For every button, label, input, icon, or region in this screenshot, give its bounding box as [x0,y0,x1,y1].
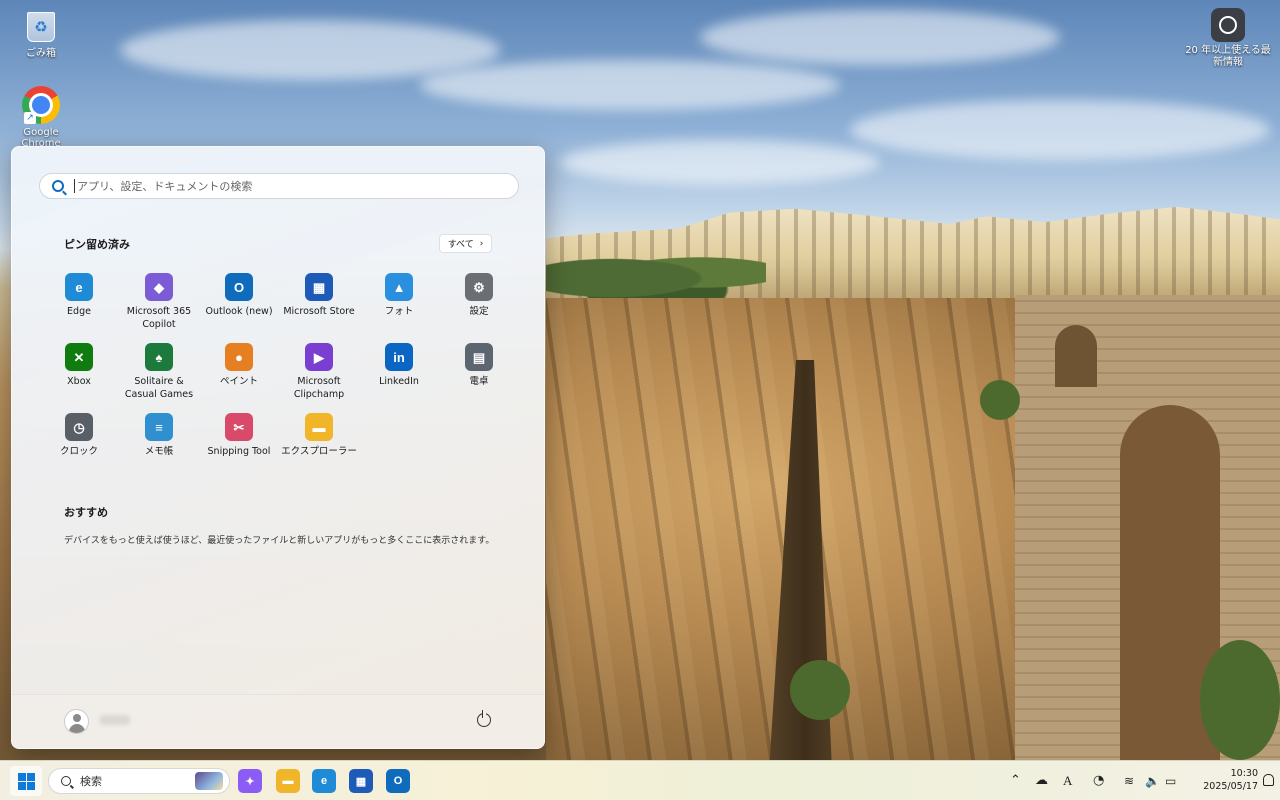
pinned-app-edge[interactable]: e Edge [39,271,119,341]
settings-gear-icon: ⚙ [465,273,493,301]
desktop-icon-widget[interactable]: 20 年以上使える最新情報 [1184,8,1272,69]
taskbar: 検索 ✦ ▬ e ▦ O ⌃ ☁ A ◔ ≋ 🔈 ▭ 10:30 2025/05/17 [0,760,1280,800]
start-search-input[interactable] [77,179,497,193]
taskbar-store-icon[interactable]: ▦ [349,769,373,793]
outlook-icon: O [225,273,253,301]
taskbar-file-explorer-icon[interactable]: ▬ [276,769,300,793]
clock-time: 10:30 [1230,768,1258,779]
pinned-app-store[interactable]: ▦ Microsoft Store [279,271,359,341]
snipping-tool-icon: ✂ [225,413,253,441]
desktop-icon-label: ごみ箱 [26,48,56,59]
store-icon: ▦ [305,273,333,301]
recommended-empty-text: デバイスをもっと使えば使うほど、最近使ったファイルと新しいアプリがもっと多くここ… [64,536,495,546]
pinned-app-label: LinkedIn [379,376,419,387]
widget-icon [1211,8,1245,42]
pinned-app-clock[interactable]: ◷ クロック [39,411,119,481]
pinned-app-label: Microsoft Store [283,306,355,317]
pinned-app-outlook[interactable]: O Outlook (new) [199,271,279,341]
start-search-box[interactable] [39,173,519,199]
search-icon [61,776,71,786]
pinned-app-label: ペイント [219,376,258,387]
onedrive-offline-icon[interactable]: ☁ [1035,773,1048,789]
desktop-icon-label: 20 年以上使える最新情報 [1185,45,1271,68]
desktop-icon-recycle-bin[interactable]: ごみ箱 [4,6,78,59]
start-button[interactable] [10,766,42,796]
pinned-app-snipping-tool[interactable]: ✂ Snipping Tool [199,411,279,481]
taskbar-outlook-icon[interactable]: O [386,769,410,793]
xbox-icon: ✕ [65,343,93,371]
clipchamp-icon: ▶ [305,343,333,371]
desktop-icon-google-chrome[interactable]: ↗ Google Chrome [4,86,78,149]
pinned-app-label: クロック [59,446,98,457]
all-apps-label: すべて [447,240,474,250]
pinned-app-file-explorer[interactable]: ▬ エクスプローラー [279,411,359,481]
chevron-right-icon: › [479,238,484,249]
pinned-app-label: Solitaire & Casual Games [124,376,194,400]
pinned-app-label: フォト [384,306,414,317]
pinned-app-photos[interactable]: ▲ フォト [359,271,439,341]
pinned-app-linkedin[interactable]: in LinkedIn [359,341,439,411]
solitaire-icon: ♠ [145,343,173,371]
pinned-app-m365-copilot[interactable]: ◆ Microsoft 365 Copilot [119,271,199,341]
pinned-app-label: Microsoft Clipchamp [293,376,345,400]
user-name-blurred [100,715,130,725]
paint-icon: ● [225,343,253,371]
speaker-icon[interactable]: 🔈 [1145,773,1160,789]
all-apps-button[interactable]: すべて › [439,234,492,253]
pinned-app-label: Microsoft 365 Copilot [126,306,192,330]
pinned-app-solitaire[interactable]: ♠ Solitaire & Casual Games [119,341,199,411]
start-footer [12,694,544,748]
pinned-app-label: Outlook (new) [205,306,273,317]
pinned-app-label: Xbox [67,376,91,387]
bridge-window [1055,325,1097,387]
pinned-section-title: ピン留め済み [64,238,130,251]
battery-icon[interactable]: ▭ [1165,773,1176,789]
pinned-app-label: メモ帳 [144,446,174,457]
pinned-app-clipchamp[interactable]: ▶ Microsoft Clipchamp [279,341,359,411]
town-trees [546,245,766,300]
clock-date: 2025/05/17 [1203,781,1258,792]
sync-icon[interactable]: ◔ [1093,773,1104,789]
calculator-icon: ▤ [465,343,493,371]
user-avatar[interactable] [64,709,89,734]
pinned-app-settings-gear[interactable]: ⚙ 設定 [439,271,519,341]
text-caret [74,179,75,193]
shortcut-arrow-icon: ↗ [24,112,36,124]
taskbar-search[interactable]: 検索 [48,768,230,794]
file-explorer-icon: ▬ [305,413,333,441]
pinned-apps-grid: e Edge ◆ Microsoft 365 Copilot O Outlook (new… [39,271,519,481]
power-icon[interactable] [477,710,491,727]
edge-icon: e [65,273,93,301]
pinned-app-notepad[interactable]: ≡ メモ帳 [119,411,199,481]
search-icon [52,180,64,192]
clock-icon: ◷ [65,413,93,441]
ime-mode-icon[interactable]: A [1063,773,1072,789]
recommended-section-title: おすすめ [64,506,108,519]
pinned-app-label: Snipping Tool [207,446,271,457]
taskbar-copilot-icon[interactable]: ✦ [238,769,262,793]
chevron-up-icon[interactable]: ⌃ [1010,773,1021,789]
taskbar-search-label: 検索 [80,775,102,788]
windows-logo-icon [17,772,26,781]
linkedin-icon: in [385,343,413,371]
start-menu: ピン留め済み すべて › e Edge ◆ Microsoft 365 Copilot… [11,146,545,749]
taskbar-clock[interactable]: 10:30 2025/05/17 [1188,767,1258,793]
notification-bell-icon[interactable] [1263,774,1274,786]
search-highlight-image [195,772,223,790]
pinned-app-label: 設定 [469,306,489,317]
photos-icon: ▲ [385,273,413,301]
pinned-app-label: Edge [67,306,91,317]
pinned-app-paint[interactable]: ● ペイント [199,341,279,411]
wifi-icon[interactable]: ≋ [1124,773,1134,789]
pinned-app-xbox[interactable]: ✕ Xbox [39,341,119,411]
pinned-app-label: エクスプローラー [281,446,357,457]
notepad-icon: ≡ [145,413,173,441]
pinned-app-label: 電卓 [469,376,489,387]
m365-copilot-icon: ◆ [145,273,173,301]
taskbar-edge-icon[interactable]: e [312,769,336,793]
pinned-app-calculator[interactable]: ▤ 電卓 [439,341,519,411]
recycle-bin-icon [27,12,55,42]
